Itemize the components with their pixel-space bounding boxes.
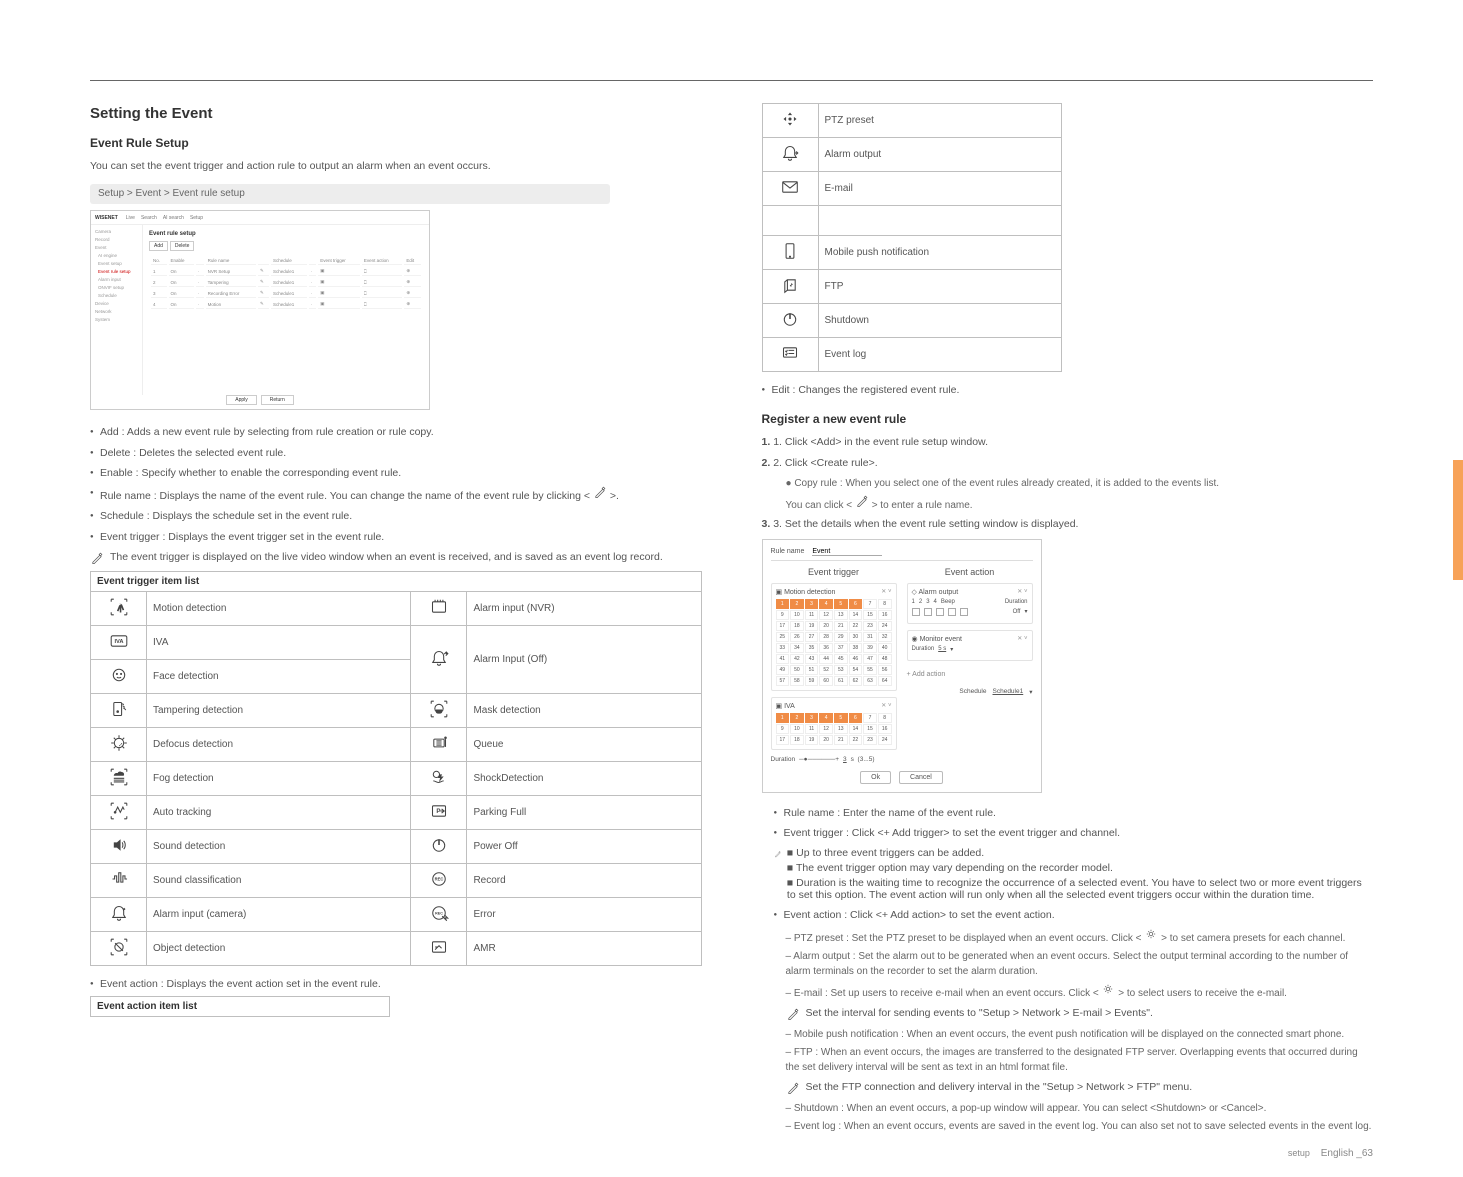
bullet-rulename: Rule name : Displays the name of the eve… — [90, 485, 702, 504]
queue-icon — [426, 730, 452, 756]
bullet-schedule: Schedule : Displays the schedule set in … — [90, 508, 702, 524]
motion-detection-icon — [106, 594, 132, 620]
ea-alarm-output: – Alarm output : Set the alarm out to be… — [786, 949, 1374, 979]
ea-mobile: – Mobile push notification : When an eve… — [786, 1027, 1374, 1042]
ftp-icon — [777, 272, 803, 298]
event-log-icon — [777, 340, 803, 366]
dialog-event-rule: Rule name Event trigger ▣ Motion detecti… — [762, 539, 1042, 793]
power-off-icon — [426, 832, 452, 858]
event-action-item-table: PTZ preset Alarm output E-mail Mobile pu… — [762, 103, 1062, 372]
ok-button[interactable]: Ok — [860, 771, 891, 784]
bullet-enable: Enable : Specify whether to enable the c… — [90, 465, 702, 481]
bullet-delete: Delete : Deletes the selected event rule… — [90, 445, 702, 461]
face-detection-icon — [106, 662, 132, 688]
note-up-to-3: ■ Up to three event triggers can be adde… — [787, 847, 1373, 859]
li-rulename: Rule name : Enter the name of the event … — [774, 805, 1374, 821]
pencil-icon — [593, 485, 607, 499]
alarm-input-off-icon — [426, 645, 452, 671]
email-icon — [777, 174, 803, 200]
page-number: setup English _63 — [1288, 1148, 1373, 1159]
alarm-output-icon — [777, 140, 803, 166]
amr-icon — [426, 934, 452, 960]
error-icon: REC — [426, 900, 452, 926]
parking-icon: P — [426, 798, 452, 824]
step-2a: ● Copy rule : When you select one of the… — [786, 476, 1374, 491]
mobile-push-icon — [777, 238, 803, 264]
step-3: 3. 3. Set the details when the event rul… — [762, 516, 1374, 533]
bullet-add: Add : Adds a new event rule by selecting… — [90, 424, 702, 440]
ea-shutdown: – Shutdown : When an event occurs, a pop… — [786, 1101, 1374, 1116]
li-event-action: Event action : Click <+ Add action> to s… — [774, 907, 1374, 923]
breadcrumb: Setup > Event > Event rule setup — [90, 184, 610, 203]
event-trigger-item-table: Event trigger item list Motion detection… — [90, 571, 702, 966]
note-pencil-icon — [90, 551, 104, 565]
object-detection-icon — [106, 934, 132, 960]
note-duration: ■ Duration is the waiting time to recogn… — [787, 877, 1373, 901]
bullet-trigger: Event trigger : Displays the event trigg… — [90, 529, 702, 545]
ea-email: – E-mail : Set up users to receive e-mai… — [786, 982, 1374, 1001]
gear-icon — [1144, 927, 1158, 941]
cancel-button[interactable]: Cancel — [899, 771, 943, 784]
note-trigger-window: The event trigger is displayed on the li… — [110, 551, 663, 563]
svg-text:P: P — [436, 808, 440, 815]
iva-icon: IVA — [106, 628, 132, 654]
motion-ch-grid: 12345678 910111213141516 171819202122232… — [776, 599, 892, 686]
step-2: 2. 2. Click <Create rule>. — [762, 455, 1374, 472]
step-2b: You can click < > to enter a rule name. — [786, 494, 1374, 513]
sound-detection-icon — [106, 832, 132, 858]
bullet-event-action: Event action : Displays the event action… — [90, 976, 702, 992]
tampering-icon — [106, 696, 132, 722]
subsection-register: Register a new event rule — [762, 412, 1374, 426]
sound-classification-icon — [106, 866, 132, 892]
fog-icon — [106, 764, 132, 790]
svg-text:IVA: IVA — [114, 639, 123, 645]
note-pencil-icon — [786, 1007, 800, 1021]
subsection-event-rule: Event Rule Setup — [90, 136, 702, 150]
bullet-edit: Edit : Changes the registered event rule… — [762, 382, 1374, 398]
defocus-icon — [106, 730, 132, 756]
alarm-input-camera-icon — [106, 900, 132, 926]
rule-name-input[interactable] — [812, 548, 882, 556]
shutdown-icon — [777, 306, 803, 332]
note-ftp: Set the FTP connection and delivery inte… — [806, 1081, 1193, 1093]
event-action-item-table-partial: Event action item list — [90, 996, 390, 1017]
alarm-input-nvr-icon — [426, 594, 452, 620]
side-tab — [1453, 460, 1463, 580]
note-pencil-icon — [786, 1081, 800, 1095]
ptz-preset-icon — [777, 106, 803, 132]
ea-ptz: – PTZ preset : Set the PTZ preset to be … — [786, 927, 1374, 946]
section-title: Setting the Event — [90, 105, 702, 122]
gear-icon — [1101, 982, 1115, 996]
add-action-button[interactable]: + Add action — [907, 667, 1033, 682]
auto-tracking-icon — [106, 798, 132, 824]
iva-ch-grid: 12345678 910111213141516 171819202122232… — [776, 713, 892, 745]
note-vary: ■ The event trigger option may vary depe… — [787, 862, 1373, 874]
svg-text:REC: REC — [435, 911, 443, 915]
note-email-interval: Set the interval for sending events to "… — [806, 1007, 1153, 1019]
ea-event-log: – Event log : When an event occurs, even… — [786, 1119, 1374, 1134]
note-pencil-icon — [774, 847, 781, 861]
intro-text: You can set the event trigger and action… — [90, 158, 702, 174]
li-event-trigger: Event trigger : Click <+ Add trigger> to… — [774, 825, 1374, 841]
step-1: 1. 1. Click <Add> in the event rule setu… — [762, 434, 1374, 451]
mask-detection-icon — [426, 696, 452, 722]
svg-text:REC: REC — [435, 876, 444, 881]
breadcrumb-bar: Setup > Event > Event rule setup — [90, 184, 610, 204]
screenshot-event-rule-setup: WISENET Live Search AI search Setup Came… — [90, 210, 430, 410]
pencil-icon — [855, 494, 869, 508]
record-icon: REC — [426, 866, 452, 892]
ea-ftp: – FTP : When an event occurs, the images… — [786, 1045, 1374, 1075]
shock-icon — [426, 764, 452, 790]
